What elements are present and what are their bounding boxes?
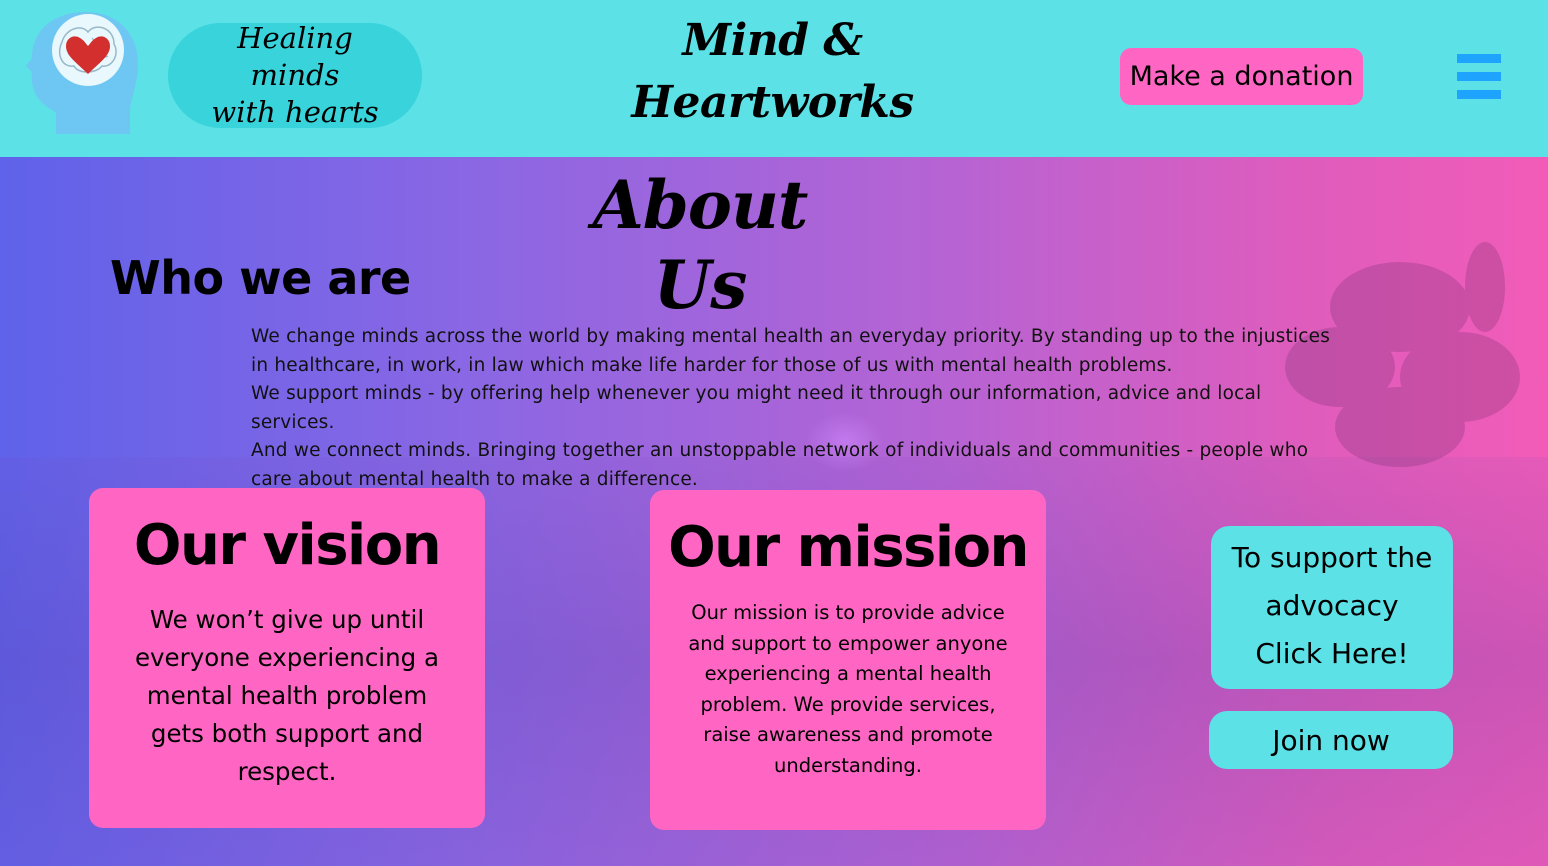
- intro-text: We change minds across the world by maki…: [251, 323, 1331, 495]
- site-title-line-1: Mind &: [682, 15, 863, 66]
- support-advocacy-button[interactable]: To support the advocacy Click Here!: [1211, 526, 1453, 689]
- support-button-line-3: Click Here!: [1255, 637, 1409, 670]
- menu-bar: [1457, 90, 1501, 99]
- support-button-line-2: advocacy: [1265, 589, 1399, 622]
- hamburger-menu-icon[interactable]: [1457, 54, 1501, 101]
- join-now-button[interactable]: Join now: [1209, 711, 1453, 769]
- intro-paragraph: We change minds across the world by maki…: [251, 326, 1331, 376]
- menu-bar: [1457, 72, 1501, 81]
- page-title: About Us: [592, 166, 809, 324]
- intro-paragraph: And we connect minds. Bringing together …: [251, 440, 1309, 490]
- site-title-line-2: Heartworks: [631, 77, 914, 128]
- vision-heading: Our vision: [133, 513, 442, 578]
- mission-text: Our mission is to provide advice and sup…: [688, 601, 1008, 777]
- site-title[interactable]: Mind & Heartworks: [600, 10, 945, 134]
- mission-card: Our mission Our mission is to provide ad…: [650, 490, 1046, 830]
- mission-heading: Our mission: [668, 515, 1029, 580]
- vision-text: We won’t give up until everyone experien…: [134, 605, 439, 786]
- brain-heart-head-icon[interactable]: [26, 12, 138, 136]
- support-button-line-1: To support the: [1231, 541, 1433, 574]
- intro-paragraph: We support minds - by offering help when…: [251, 383, 1262, 433]
- tagline-line-2: with hearts: [211, 95, 379, 129]
- donate-button[interactable]: Make a donation: [1120, 48, 1363, 105]
- menu-bar: [1457, 54, 1501, 63]
- tagline-badge: Healing minds with hearts: [168, 21, 422, 129]
- tagline-line-1: Healing minds: [237, 21, 353, 92]
- site-header: Healing minds with hearts Mind & Heartwo…: [0, 0, 1548, 157]
- vision-card: Our vision We won’t give up until everyo…: [89, 488, 485, 828]
- who-we-are-heading: Who we are: [110, 251, 411, 305]
